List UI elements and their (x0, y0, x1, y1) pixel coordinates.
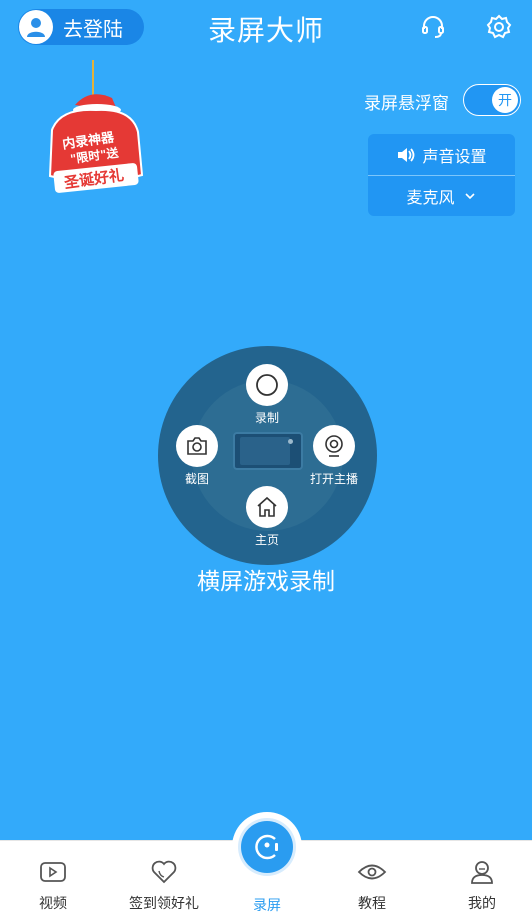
screenshot-label: 截图 (184, 472, 209, 486)
video-icon (39, 857, 67, 887)
nav-label-tutorial: 教程 (358, 896, 386, 912)
webcam-icon (325, 435, 343, 457)
camera-icon (187, 437, 207, 455)
audio-source-label: 麦克风 (406, 188, 455, 207)
record-icon (255, 834, 278, 860)
nav-label-video: 视频 (39, 896, 67, 912)
nav-label-mine: 我的 (468, 896, 496, 912)
nav-item-video[interactable]: 视频 (18, 841, 88, 915)
speaker-icon (398, 147, 415, 162)
record-circle-icon (256, 374, 278, 396)
nav-item-checkin[interactable]: 签到领好礼 (114, 841, 214, 915)
live-stream-button[interactable] (313, 425, 355, 467)
heart-icon (150, 857, 178, 887)
sound-settings-button[interactable]: 声音设置 (368, 134, 515, 175)
app-title: 录屏大师 (207, 14, 324, 47)
record-button[interactable] (246, 364, 288, 406)
float-window-label: 录屏悬浮窗 (364, 94, 449, 114)
float-window-toggle[interactable]: 开 (463, 84, 521, 116)
nav-item-mine[interactable]: 我的 (447, 841, 517, 915)
landscape-phone-icon (233, 432, 303, 470)
record-mode-title: 横屏游戏录制 (197, 569, 335, 595)
nav-label-record: 录屏 (253, 898, 281, 914)
eye-icon (357, 857, 387, 887)
sound-settings-label: 声音设置 (422, 146, 487, 166)
live-stream-label: 打开主播 (309, 472, 358, 486)
nav-label-checkin: 签到领好礼 (129, 896, 199, 912)
home-label: 主页 (254, 533, 279, 547)
home-icon (257, 496, 277, 517)
home-button[interactable] (246, 486, 288, 528)
audio-source-dropdown[interactable]: 麦克风 (368, 175, 515, 216)
christmas-promo-badge[interactable]: 内录神器 "限时"送 圣诞好礼 (40, 60, 150, 205)
audio-panel: 声音设置 麦克风 (368, 134, 515, 216)
customer-service-icon[interactable] (418, 12, 448, 42)
toggle-knob: 开 (492, 87, 518, 113)
nav-item-record[interactable] (241, 821, 293, 873)
screenshot-button[interactable] (176, 425, 218, 467)
user-icon (469, 857, 495, 887)
nav-item-tutorial[interactable]: 教程 (337, 841, 407, 915)
gear-icon[interactable] (484, 12, 514, 42)
record-label: 录制 (254, 411, 279, 425)
chevron-down-icon (464, 193, 475, 200)
